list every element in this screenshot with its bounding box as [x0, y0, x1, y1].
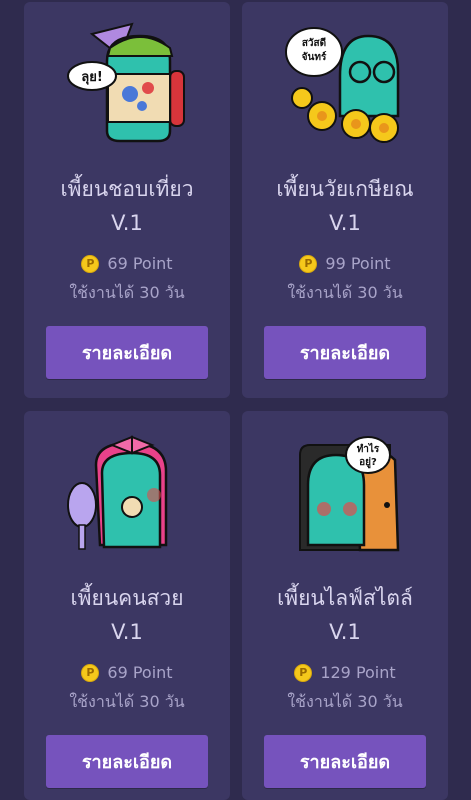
sticker-bubble-text: ทำไร [357, 442, 380, 455]
sticker-name: เพี้ยนวัยเกษียณ V.1 [276, 177, 414, 235]
price-text: 69 Point [107, 663, 173, 682]
price-row: P 99 Point [242, 254, 448, 273]
price-text: 69 Point [107, 254, 173, 273]
sticker-name: เพี้ยนคนสวย V.1 [70, 586, 184, 644]
sticker-card[interactable]: เพี้ยนคนสวย V.1 P 69 Point ใช้งานได้ 30 … [24, 411, 230, 800]
price-row: P 129 Point [242, 663, 448, 682]
sticker-image-beauty [67, 435, 168, 550]
point-coin-icon: P [81, 254, 100, 273]
sticker-name: เพี้ยนชอบเที่ยว V.1 [60, 177, 194, 235]
sticker-image-retiree: สวัสดี จันทร์ [285, 27, 400, 143]
point-coin-icon: P [299, 254, 318, 273]
point-coin-icon: P [81, 663, 100, 682]
sticker-bubble-text-2: จันทร์ [302, 51, 327, 63]
duration-text: ใช้งานได้ 30 วัน [69, 692, 185, 711]
duration-text: ใช้งานได้ 30 วัน [287, 283, 403, 302]
price-text: 129 Point [320, 663, 396, 682]
sticker-card[interactable]: ทำไร อยู่? เพี้ยนไลฟ์สไตล์ V.1 P 129 Poi… [242, 411, 448, 800]
details-button[interactable]: รายละเอียด [264, 735, 426, 788]
sticker-card[interactable]: สวัสดี จันทร์ เพี้ยนวัยเกษียณ V.1 P 99 P… [242, 2, 448, 398]
price-row: P 69 Point [24, 254, 230, 273]
duration-text: ใช้งานได้ 30 วัน [69, 283, 185, 302]
duration-text: ใช้งานได้ 30 วัน [287, 692, 403, 711]
sticker-name: เพี้ยนไลฟ์สไตล์ V.1 [277, 586, 413, 644]
details-button[interactable]: รายละเอียด [264, 326, 426, 379]
sticker-grid: ลุย! เพี้ยนชอบเที่ยว V.1 P 69 Point ใช้ง… [0, 0, 471, 800]
point-coin-icon: P [294, 663, 313, 682]
price-text: 99 Point [325, 254, 391, 273]
details-button[interactable]: รายละเอียด [46, 735, 208, 788]
details-button[interactable]: รายละเอียด [46, 326, 208, 379]
sticker-card[interactable]: ลุย! เพี้ยนชอบเที่ยว V.1 P 69 Point ใช้ง… [24, 2, 230, 398]
sticker-bubble-text-2: อยู่? [359, 456, 377, 469]
sticker-bubble-text: สวัสดี [302, 37, 326, 49]
price-row: P 69 Point [24, 663, 230, 682]
sticker-bubble-text: ลุย! [81, 70, 103, 85]
sticker-image-traveler: ลุย! [67, 22, 185, 143]
sticker-image-lifestyle: ทำไร อยู่? [299, 436, 400, 552]
